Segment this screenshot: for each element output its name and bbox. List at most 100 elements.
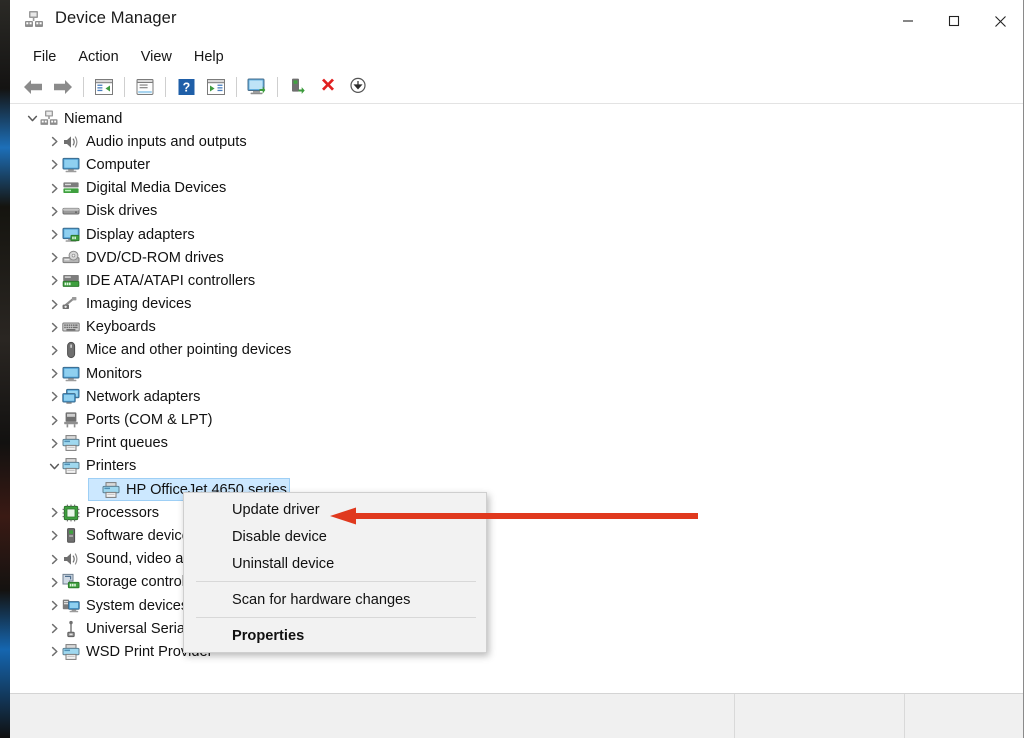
tree-node-selected[interactable]: HP OfficeJet 4650 series xyxy=(10,478,1023,501)
menu-file[interactable]: File xyxy=(22,46,67,68)
printer-icon xyxy=(102,481,120,499)
tree-node[interactable]: Disk drives xyxy=(10,200,1023,223)
tree-node-label: Imaging devices xyxy=(86,296,191,312)
chevron-right-icon[interactable] xyxy=(46,203,62,219)
chevron-right-icon[interactable] xyxy=(46,412,62,428)
tree-node[interactable]: Imaging devices xyxy=(10,293,1023,316)
chevron-right-icon[interactable] xyxy=(46,250,62,266)
chevron-right-icon[interactable] xyxy=(46,296,62,312)
tree-node-label: Keyboards xyxy=(86,319,156,335)
chevron-right-icon[interactable] xyxy=(46,389,62,405)
storage-controller-icon xyxy=(62,573,80,591)
chevron-right-icon[interactable] xyxy=(46,319,62,335)
menu-bar: File Action View Help xyxy=(10,43,1023,70)
tree-node[interactable]: Keyboards xyxy=(10,316,1023,339)
chevron-right-icon[interactable] xyxy=(46,157,62,173)
window-title: Device Manager xyxy=(55,9,177,28)
chevron-right-icon[interactable] xyxy=(46,598,62,614)
context-menu-item-properties[interactable]: Properties xyxy=(184,622,486,649)
ide-controller-icon xyxy=(62,272,80,290)
toolbar-separator xyxy=(277,77,278,97)
imaging-device-icon xyxy=(62,295,80,313)
properties-icon[interactable] xyxy=(130,73,160,101)
printer-icon xyxy=(62,643,80,661)
desktop-background-sliver xyxy=(0,0,10,738)
chevron-right-icon[interactable] xyxy=(46,180,62,196)
tree-node[interactable]: Sound, video and game controllers xyxy=(10,548,1023,571)
tree-node[interactable]: IDE ATA/ATAPI controllers xyxy=(10,269,1023,292)
chevron-right-icon[interactable] xyxy=(46,273,62,289)
tree-node-label: System devices xyxy=(86,598,188,614)
menu-help[interactable]: Help xyxy=(183,46,235,68)
scan-for-hardware-changes-icon[interactable] xyxy=(242,73,272,101)
show-hide-action-pane-icon[interactable] xyxy=(201,73,231,101)
tree-node[interactable]: Printers xyxy=(10,455,1023,478)
mouse-icon xyxy=(62,341,80,359)
tree-node[interactable]: DVD/CD-ROM drives xyxy=(10,246,1023,269)
tree-node-label: Disk drives xyxy=(86,203,157,219)
media-device-icon xyxy=(62,179,80,197)
disable-device-icon[interactable] xyxy=(343,73,373,101)
tree-node-label: Display adapters xyxy=(86,227,195,243)
processor-icon xyxy=(62,504,80,522)
help-icon[interactable]: ? xyxy=(171,73,201,101)
tree-node[interactable]: Network adapters xyxy=(10,385,1023,408)
chevron-right-icon[interactable] xyxy=(46,644,62,660)
tree-node[interactable]: Computer xyxy=(10,153,1023,176)
tree-node[interactable]: Mice and other pointing devices xyxy=(10,339,1023,362)
chevron-right-icon[interactable] xyxy=(46,227,62,243)
forward-icon[interactable] xyxy=(48,73,78,101)
status-bar-main xyxy=(10,694,735,738)
port-icon xyxy=(62,411,80,429)
chevron-right-icon[interactable] xyxy=(46,528,62,544)
tree-node-label: Niemand xyxy=(64,111,122,127)
chevron-right-icon[interactable] xyxy=(46,574,62,590)
tree-node[interactable]: Universal Serial Bus controllers xyxy=(10,617,1023,640)
uninstall-device-icon[interactable] xyxy=(313,73,343,101)
optical-drive-icon xyxy=(62,249,80,267)
menu-action[interactable]: Action xyxy=(67,46,129,68)
tree-node-label: Software devices xyxy=(86,528,197,544)
tree-node[interactable]: Monitors xyxy=(10,362,1023,385)
chevron-right-icon[interactable] xyxy=(46,342,62,358)
show-hide-console-tree-icon[interactable] xyxy=(89,73,119,101)
chevron-right-icon[interactable] xyxy=(46,621,62,637)
chevron-down-icon[interactable] xyxy=(24,111,40,127)
context-menu-item-scan-for-hardware-changes[interactable]: Scan for hardware changes xyxy=(184,586,486,613)
tree-node[interactable]: WSD Print Provider xyxy=(10,640,1023,663)
chevron-right-icon[interactable] xyxy=(46,134,62,150)
tree-node[interactable]: Digital Media Devices xyxy=(10,177,1023,200)
tree-node-label: Ports (COM & LPT) xyxy=(86,412,213,428)
tree-node[interactable]: Display adapters xyxy=(10,223,1023,246)
status-bar-cell-three xyxy=(905,694,1023,738)
maximize-icon[interactable] xyxy=(931,0,977,42)
tree-root-node[interactable]: Niemand xyxy=(10,107,1023,130)
chevron-right-icon[interactable] xyxy=(46,551,62,567)
minimize-icon[interactable] xyxy=(885,0,931,42)
toolbar-separator xyxy=(236,77,237,97)
tree-node[interactable]: Audio inputs and outputs xyxy=(10,130,1023,153)
printer-icon xyxy=(62,434,80,452)
tree-node[interactable]: Ports (COM & LPT) xyxy=(10,408,1023,431)
update-driver-icon[interactable] xyxy=(283,73,313,101)
tree-node[interactable]: Print queues xyxy=(10,432,1023,455)
tree-node-label: Print queues xyxy=(86,435,168,451)
svg-text:?: ? xyxy=(182,80,190,94)
tree-node[interactable]: Storage controllers xyxy=(10,571,1023,594)
tree-node-label: Computer xyxy=(86,157,150,173)
computer-root-icon xyxy=(40,110,58,128)
menu-view[interactable]: View xyxy=(130,46,183,68)
tree-node-label: Audio inputs and outputs xyxy=(86,134,247,150)
chevron-down-icon[interactable] xyxy=(46,458,62,474)
back-icon[interactable] xyxy=(18,73,48,101)
tree-node[interactable]: System devices xyxy=(10,594,1023,617)
chevron-right-icon[interactable] xyxy=(46,366,62,382)
chevron-right-icon[interactable] xyxy=(46,435,62,451)
context-menu-item-uninstall-device[interactable]: Uninstall device xyxy=(184,550,486,577)
chevron-right-icon[interactable] xyxy=(46,505,62,521)
close-icon[interactable] xyxy=(977,0,1023,42)
tree-node-label: DVD/CD-ROM drives xyxy=(86,250,224,266)
speaker-icon xyxy=(62,550,80,568)
device-tree[interactable]: Niemand Audio inputs and outputs Computer D… xyxy=(10,107,1023,689)
toolbar-separator xyxy=(83,77,84,97)
